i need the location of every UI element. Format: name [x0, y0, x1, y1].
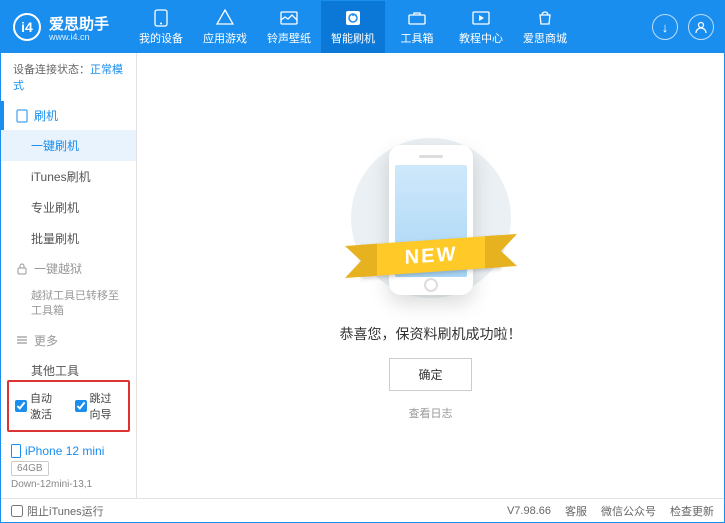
support-link[interactable]: 客服 — [565, 503, 587, 519]
menu-jailbreak-head[interactable]: 一键越狱 — [1, 254, 136, 283]
device-name: iPhone 12 mini — [11, 444, 126, 458]
logo-icon: i4 — [13, 13, 41, 41]
menu-onekey-flash[interactable]: 一键刷机 — [1, 130, 136, 161]
footer: 阻止iTunes运行 V7.98.66 客服 微信公众号 检查更新 — [1, 498, 724, 522]
apps-icon — [216, 9, 234, 27]
main-content: NEW 恭喜您，保资料刷机成功啦！ 确定 查看日志 — [137, 53, 724, 498]
more-icon — [16, 334, 28, 346]
block-itunes-check[interactable]: 阻止iTunes运行 — [11, 503, 104, 519]
nav-store[interactable]: 爱思商城 — [513, 1, 577, 53]
menu-flash-head[interactable]: 刷机 — [1, 101, 136, 130]
user-icon[interactable] — [688, 14, 714, 40]
wallpaper-icon — [280, 9, 298, 27]
update-link[interactable]: 检查更新 — [670, 503, 714, 519]
tutorial-icon — [472, 9, 490, 27]
header-right: ↓ — [652, 14, 714, 40]
menu-more-head[interactable]: 更多 — [1, 326, 136, 355]
menu-other-tools[interactable]: 其他工具 — [1, 355, 136, 376]
skip-guide-check[interactable]: 跳过向导 — [75, 390, 123, 422]
device-info[interactable]: iPhone 12 mini 64GB Down-12mini-13,1 — [1, 436, 136, 498]
wechat-link[interactable]: 微信公众号 — [601, 503, 656, 519]
ok-button[interactable]: 确定 — [389, 358, 471, 391]
jailbreak-notice: 越狱工具已转移至工具箱 — [1, 283, 136, 326]
nav-apps[interactable]: 应用游戏 — [193, 1, 257, 53]
flash-icon — [344, 9, 362, 27]
auto-activate-check[interactable]: 自动激活 — [15, 390, 63, 422]
connection-status: 设备连接状态：正常模式 — [1, 53, 136, 101]
success-illustration: NEW — [351, 130, 511, 310]
nav-ringtone[interactable]: 铃声壁纸 — [257, 1, 321, 53]
device-icon — [152, 9, 170, 27]
device-model: Down-12mini-13,1 — [11, 479, 126, 490]
nav-my-device[interactable]: 我的设备 — [129, 1, 193, 53]
version-label: V7.98.66 — [507, 505, 551, 517]
store-icon — [536, 9, 554, 27]
download-icon[interactable]: ↓ — [652, 14, 678, 40]
option-checkboxes: 自动激活 跳过向导 — [7, 380, 130, 432]
lock-icon — [16, 263, 28, 275]
menu-pro-flash[interactable]: 专业刷机 — [1, 192, 136, 223]
view-log-link[interactable]: 查看日志 — [409, 405, 453, 421]
toolbox-icon — [408, 9, 426, 27]
app-url: www.i4.cn — [49, 32, 109, 42]
sidebar-menu: 刷机 一键刷机 iTunes刷机 专业刷机 批量刷机 一键越狱 越狱工具已转移至… — [1, 101, 136, 376]
app-window: ⚙ ≡ — □ ✕ i4 爱思助手 www.i4.cn 我的设备 应用游戏 铃声… — [0, 0, 725, 523]
nav-flash[interactable]: 智能刷机 — [321, 1, 385, 53]
app-name: 爱思助手 — [49, 13, 109, 34]
footer-right: V7.98.66 客服 微信公众号 检查更新 — [507, 503, 714, 519]
phone-small-icon — [11, 444, 21, 458]
main-nav: 我的设备 应用游戏 铃声壁纸 智能刷机 工具箱 教程中心 爱思商城 — [129, 1, 577, 53]
header: i4 爱思助手 www.i4.cn 我的设备 应用游戏 铃声壁纸 智能刷机 工具… — [1, 1, 724, 53]
success-message: 恭喜您，保资料刷机成功啦！ — [340, 324, 522, 344]
body: 设备连接状态：正常模式 刷机 一键刷机 iTunes刷机 专业刷机 批量刷机 一… — [1, 53, 724, 498]
phone-icon — [16, 109, 28, 123]
logo: i4 爱思助手 www.i4.cn — [1, 13, 121, 42]
nav-toolbox[interactable]: 工具箱 — [385, 1, 449, 53]
menu-itunes-flash[interactable]: iTunes刷机 — [1, 161, 136, 192]
menu-batch-flash[interactable]: 批量刷机 — [1, 223, 136, 254]
device-storage: 64GB — [11, 461, 49, 476]
nav-tutorial[interactable]: 教程中心 — [449, 1, 513, 53]
sidebar: 设备连接状态：正常模式 刷机 一键刷机 iTunes刷机 专业刷机 批量刷机 一… — [1, 53, 137, 498]
